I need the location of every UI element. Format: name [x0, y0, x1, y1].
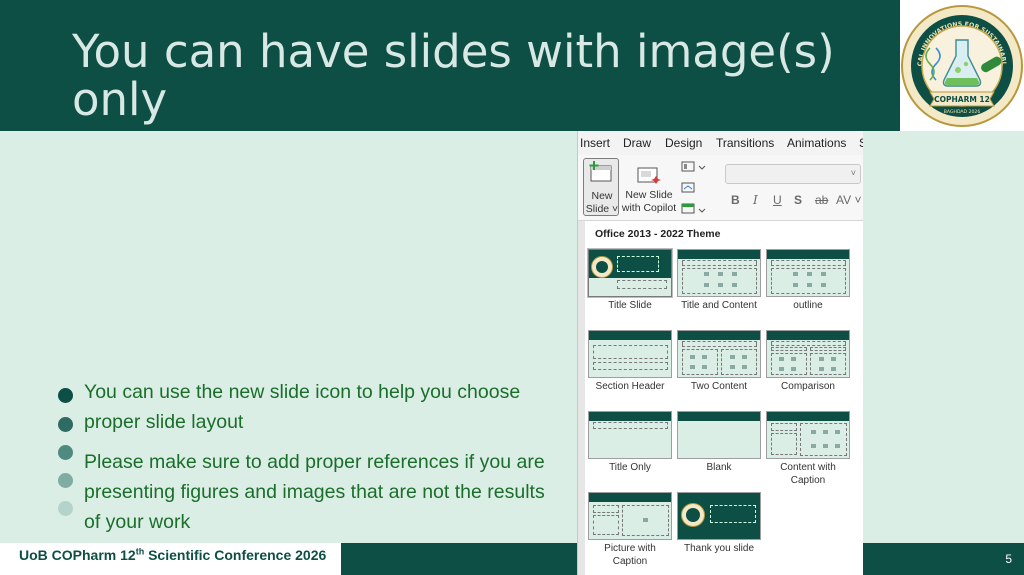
- page-number: 5: [1005, 552, 1012, 566]
- bullet-dot-icon: [58, 473, 73, 488]
- bullet-dot-icon: [58, 417, 73, 432]
- italic-button[interactable]: I: [753, 193, 758, 207]
- copilot-slide-icon: [637, 167, 661, 184]
- chevron-down-icon: ˅: [850, 168, 856, 178]
- copilot-label-2: with Copilot: [621, 202, 677, 214]
- shadow-button[interactable]: S: [794, 193, 802, 207]
- layout-label-thank-you-slide: Thank you slide: [683, 543, 755, 554]
- footer-prefix: UoB COPharm 12: [19, 547, 136, 563]
- layout-thumb-title-only[interactable]: [588, 411, 672, 459]
- layout-thumb-thank-you-slide[interactable]: [677, 492, 761, 540]
- new-slide-icon: [589, 161, 612, 182]
- footer-ordinal: th: [135, 546, 145, 557]
- layout-label-content-with-caption-2: Caption: [790, 475, 826, 486]
- bullet-2-line-1: Please make sure to add proper reference…: [84, 451, 545, 473]
- new-slide-label-1: New: [591, 190, 613, 202]
- layout-label-title-slide: Title Slide: [608, 300, 652, 311]
- tab-slideshow[interactable]: S: [859, 136, 863, 150]
- character-spacing-button[interactable]: AV ˅: [836, 193, 861, 207]
- bullet-2-line-2: presenting figures and images that are n…: [84, 481, 545, 503]
- layout-thumb-content-with-caption[interactable]: [766, 411, 850, 459]
- tab-design[interactable]: Design: [665, 136, 702, 150]
- layout-thumb-comparison[interactable]: [766, 330, 850, 378]
- ribbon-tab-bar: Insert Draw Design Transitions Animation…: [578, 131, 863, 155]
- conference-logo: PHARMACEUTICAL INNOVATIONS FOR SUSTAINAB…: [900, 0, 1024, 131]
- bullet-1-line-1: You can use the new slide icon to help y…: [84, 381, 521, 403]
- copilot-label-1: New Slide: [625, 189, 673, 201]
- layout-label-title-only: Title Only: [609, 462, 651, 473]
- bullet-dot-icon: [58, 388, 73, 403]
- layout-label-outline: outline: [793, 300, 823, 311]
- layout-thumb-two-content[interactable]: [677, 330, 761, 378]
- layout-thumb-title-slide[interactable]: [588, 249, 672, 297]
- layout-label-section-header: Section Header: [595, 381, 665, 392]
- bold-button[interactable]: B: [731, 193, 740, 207]
- conference-seal-icon: PHARMACEUTICAL INNOVATIONS FOR SUSTAINAB…: [900, 0, 1023, 127]
- bullet-1-line-2: proper slide layout: [84, 411, 244, 433]
- new-slide-layout-screenshot: Insert Draw Design Transitions Animation…: [577, 131, 863, 575]
- layout-thumb-title-and-content[interactable]: [677, 249, 761, 297]
- layout-label-content-with-caption: Content with Caption: [763, 461, 853, 487]
- slide-title-line-1: You can have slides with image(s): [72, 25, 835, 78]
- new-slide-label-2: Slide ˅: [585, 203, 619, 215]
- layout-label-blank: Blank: [706, 462, 732, 473]
- bullet-dot-icon: [58, 445, 73, 460]
- bullet-dot-icon: [58, 501, 73, 516]
- ribbon-home-body: New Slide ˅ New Slide with Copilot ˅ B I…: [578, 155, 863, 221]
- layout-label-comparison: Comparison: [781, 381, 835, 392]
- layout-label-content-with-caption-1: Content with: [780, 462, 836, 473]
- layout-label-picture-with-caption-2: Caption: [612, 556, 648, 567]
- logo-city-year: BAGHDAD 2026: [944, 109, 981, 115]
- logo-banner-text: COPHARM 12: [934, 95, 990, 104]
- footer-conference-name: UoB COPharm 12th Scientific Conference 2…: [19, 544, 326, 566]
- bullet-2-line-3: of your work: [84, 511, 191, 533]
- footer-suffix: Scientific Conference 2026: [144, 547, 327, 563]
- layout-thumb-picture-with-caption[interactable]: [588, 492, 672, 540]
- layout-label-title-and-content: Title and Content: [681, 300, 757, 311]
- new-slide-button[interactable]: New Slide ˅: [583, 158, 619, 216]
- tab-animations[interactable]: Animations: [787, 136, 846, 150]
- layout-label-picture-with-caption: Picture with Caption: [585, 542, 675, 568]
- tab-insert[interactable]: Insert: [580, 136, 610, 150]
- layout-gallery-theme-name: Office 2013 - 2022 Theme: [595, 228, 721, 240]
- slide-pane-edge: [578, 221, 585, 575]
- font-name-dropdown[interactable]: ˅: [725, 164, 861, 184]
- new-slide-copilot-button[interactable]: New Slide with Copilot: [620, 158, 678, 216]
- slide-title-line-2: only: [72, 73, 168, 126]
- tab-transitions[interactable]: Transitions: [716, 136, 774, 150]
- strikethrough-button[interactable]: ab: [815, 193, 828, 207]
- layout-thumb-blank[interactable]: [677, 411, 761, 459]
- tab-draw[interactable]: Draw: [623, 136, 651, 150]
- layout-thumb-section-header[interactable]: [588, 330, 672, 378]
- layout-label-picture-with-caption-1: Picture with: [604, 543, 656, 554]
- layout-thumb-outline[interactable]: [766, 249, 850, 297]
- underline-button[interactable]: U: [773, 193, 782, 207]
- slide-title: You can have slides with image(s) only: [72, 28, 892, 124]
- layout-reset-section-icons[interactable]: [680, 159, 710, 219]
- layout-label-two-content: Two Content: [690, 381, 748, 392]
